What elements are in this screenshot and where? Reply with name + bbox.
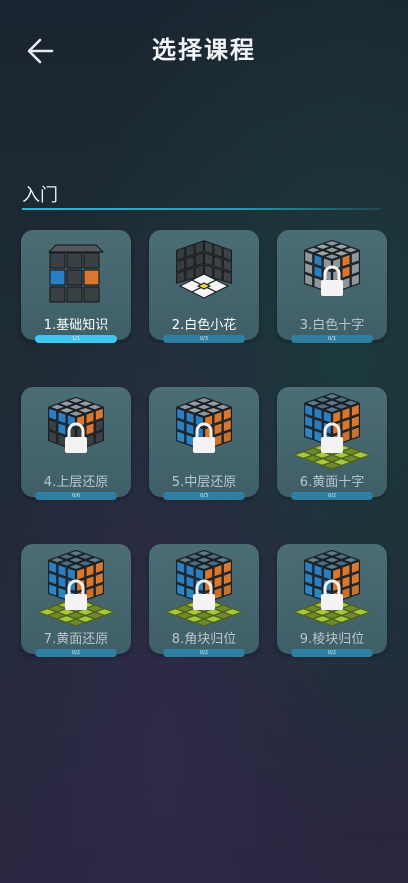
- course-label: 8.角块归位: [171, 632, 237, 647]
- course-card-9[interactable]: 9.棱块归位 0/2: [277, 544, 387, 657]
- course-progress-bar: 0/3: [163, 492, 245, 500]
- course-card-2[interactable]: 2.白色小花 0/3: [149, 230, 259, 343]
- edge-position-cube-icon: [294, 550, 370, 627]
- course-progress-bar: 0/2: [291, 649, 373, 657]
- course-progress-text: 0/2: [327, 493, 337, 499]
- course-label: 4.上层还原: [43, 475, 109, 490]
- course-card-8[interactable]: 8.角块归位 0/2: [149, 544, 259, 657]
- course-progress-bar: 0/6: [35, 492, 117, 500]
- white-cross-cube-icon: [303, 239, 361, 296]
- course-label: 3.白色十字: [299, 318, 365, 333]
- corner-position-cube-icon: [166, 550, 242, 627]
- course-progress-bar: 0/3: [163, 335, 245, 343]
- course-card-3[interactable]: 3.白色十字 0/1: [277, 230, 387, 343]
- course-progress-text: 0/2: [71, 650, 81, 656]
- section-label: 入门: [22, 185, 58, 206]
- course-label: 1.基础知识: [43, 318, 109, 333]
- course-progress-bar: 1/1: [35, 335, 117, 343]
- lock-icon: [321, 265, 343, 296]
- yellow-cross-cube-icon: [294, 393, 370, 470]
- yellow-face-cube-icon: [38, 550, 114, 627]
- top-layer-cube-icon: [47, 396, 105, 453]
- course-card-7[interactable]: 7.黄面还原 0/2: [21, 544, 131, 657]
- course-progress-text: 0/1: [327, 336, 337, 342]
- page-title: 选择课程: [152, 36, 256, 64]
- course-label: 5.中层还原: [171, 475, 237, 490]
- course-card-6[interactable]: 6.黄面十字 0/2: [277, 387, 387, 500]
- course-progress-text: 1/1: [71, 336, 81, 342]
- course-card-5[interactable]: 5.中层还原 0/3: [149, 387, 259, 500]
- course-progress-bar: 0/2: [35, 649, 117, 657]
- middle-layer-cube-icon: [175, 396, 233, 453]
- course-progress-text: 0/2: [199, 650, 209, 656]
- course-card-4[interactable]: 4.上层还原 0/6: [21, 387, 131, 500]
- course-label: 9.棱块归位: [299, 632, 365, 647]
- course-card-1[interactable]: 1.基础知识 1/1: [21, 230, 131, 343]
- course-progress-text: 0/3: [199, 493, 209, 499]
- course-progress-bar: 0/2: [163, 649, 245, 657]
- course-progress-bar: 0/2: [291, 492, 373, 500]
- course-progress-text: 0/2: [327, 650, 337, 656]
- section-divider: [22, 208, 380, 210]
- lock-icon: [65, 422, 87, 453]
- course-label: 6.黄面十字: [299, 475, 365, 490]
- course-progress-bar: 0/1: [291, 335, 373, 343]
- course-progress-text: 0/6: [71, 493, 81, 499]
- course-progress-text: 0/3: [199, 336, 209, 342]
- white-flower-cube-icon: [175, 240, 233, 299]
- lock-icon: [193, 422, 215, 453]
- course-label: 7.黄面还原: [43, 632, 109, 647]
- course-label: 2.白色小花: [171, 318, 237, 333]
- basics-cube-icon: [48, 244, 104, 303]
